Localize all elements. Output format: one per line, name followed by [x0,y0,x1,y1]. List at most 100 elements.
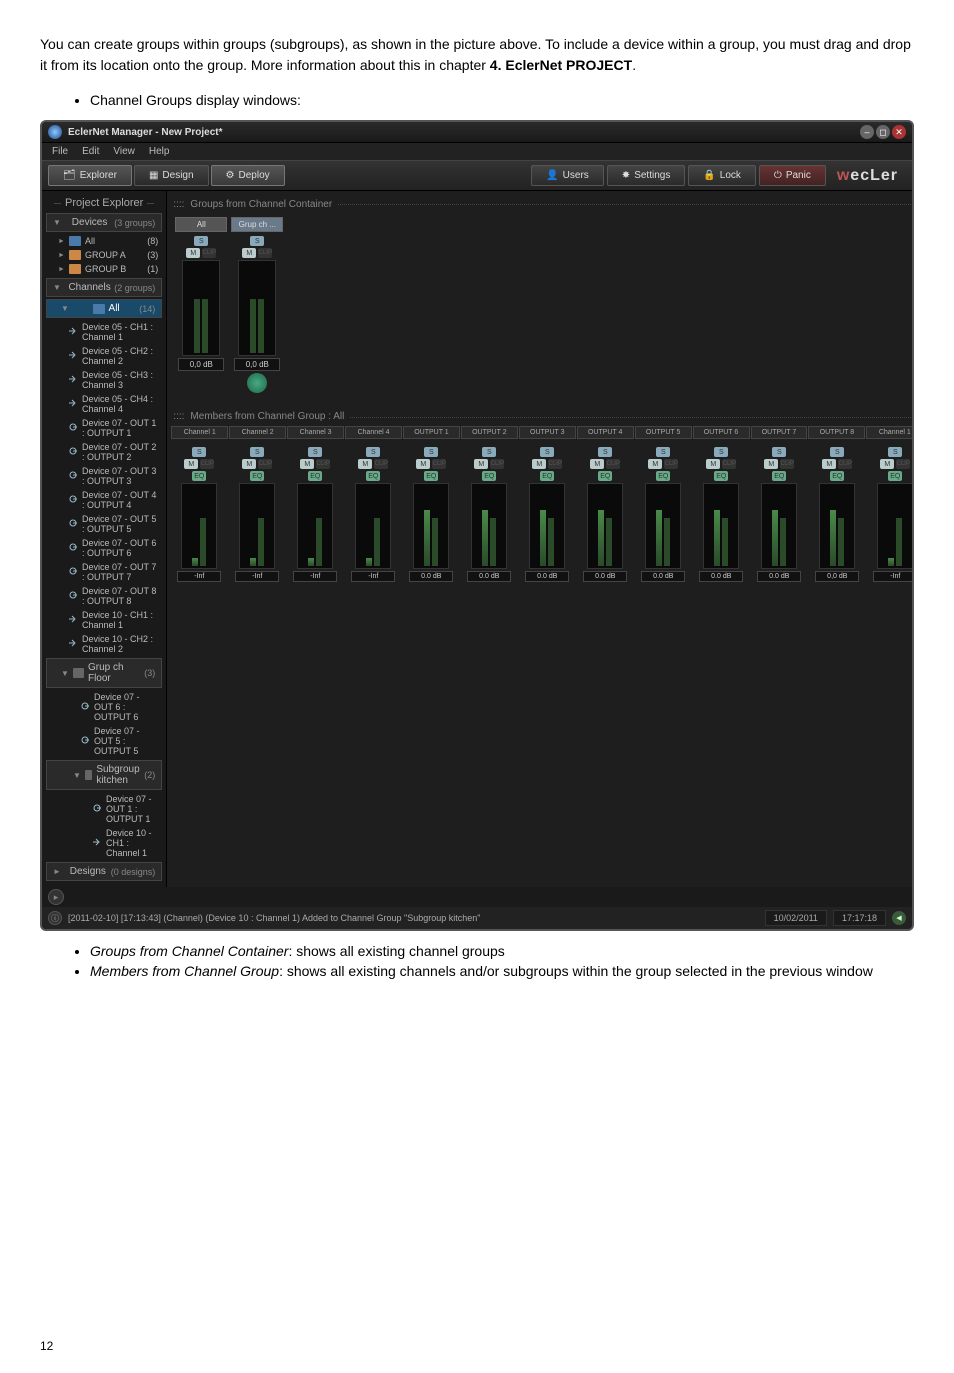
badge-eq[interactable]: EQ [192,471,206,481]
member-tab[interactable]: OUTPUT 3 [519,426,576,439]
tree-channel-item[interactable]: Device 07 - OUT 8 : OUTPUT 8 [46,584,162,608]
badge-m[interactable]: M [242,248,256,258]
badge-m[interactable]: M [416,459,430,469]
badge-s[interactable]: S [482,447,496,457]
badge-eq[interactable]: EQ [888,471,902,481]
tree-devices[interactable]: Devices(3 groups) [46,213,162,232]
tree-device-all[interactable]: All(8) [46,234,162,248]
play-icon[interactable]: ◀ [892,911,906,925]
menu-edit[interactable]: Edit [82,146,99,157]
btn-settings[interactable]: ✸Settings [607,165,686,186]
member-tab[interactable]: OUTPUT 7 [751,426,808,439]
group-block-grupch[interactable]: Grup ch ... S MCLIP 0,0 dB [231,217,283,395]
tree-channel-item[interactable]: Device 05 - CH4 : Channel 4 [46,392,162,416]
tree-channel-item[interactable]: Device 05 - CH2 : Channel 2 [46,344,162,368]
menu-view[interactable]: View [113,146,135,157]
badge-eq[interactable]: EQ [772,471,786,481]
gain-knob[interactable] [247,373,267,393]
badge-m[interactable]: M [358,459,372,469]
tree-channel-item[interactable]: Device 10 - CH1 : Channel 1 [46,826,162,860]
badge-m[interactable]: M [186,248,200,258]
badge-eq[interactable]: EQ [656,471,670,481]
btn-panic[interactable]: ⏻Panic [759,165,826,186]
tree-channel-item[interactable]: Device 05 - CH1 : Channel 1 [46,320,162,344]
minimize-button[interactable]: – [860,125,874,139]
tree-channel-item[interactable]: Device 05 - CH3 : Channel 3 [46,368,162,392]
maximize-button[interactable]: ◻ [876,125,890,139]
badge-s[interactable]: S [656,447,670,457]
badge-s[interactable]: S [598,447,612,457]
tree-channel-item[interactable]: Device 10 - CH2 : Channel 2 [46,632,162,656]
tree-channels[interactable]: Channels(2 groups) [46,278,162,297]
badge-s[interactable]: S [192,447,206,457]
member-tab[interactable]: Channel 4 [345,426,402,439]
badge-m[interactable]: M [474,459,488,469]
badge-eq[interactable]: EQ [366,471,380,481]
tree-channel-item[interactable]: Device 07 - OUT 4 : OUTPUT 4 [46,488,162,512]
badge-s[interactable]: S [888,447,902,457]
badge-m[interactable]: M [764,459,778,469]
tab-explorer[interactable]: 🗂Explorer [48,165,132,186]
member-tab[interactable]: OUTPUT 4 [577,426,634,439]
badge-m[interactable]: M [242,459,256,469]
tree-channel-item[interactable]: Device 07 - OUT 2 : OUTPUT 2 [46,440,162,464]
badge-eq[interactable]: EQ [830,471,844,481]
member-tab[interactable]: OUTPUT 2 [461,426,518,439]
member-tab[interactable]: OUTPUT 5 [635,426,692,439]
tree-channels-all[interactable]: All(14) [46,299,162,318]
tree-device-group-b[interactable]: GROUP B(1) [46,262,162,276]
badge-eq[interactable]: EQ [424,471,438,481]
member-tab[interactable]: OUTPUT 1 [403,426,460,439]
tree-designs[interactable]: Designs(0 designs) [46,862,162,881]
close-button[interactable]: ✕ [892,125,906,139]
tree-grup-floor[interactable]: Grup ch Floor(3) [46,658,162,688]
badge-eq[interactable]: EQ [598,471,612,481]
badge-s[interactable]: S [772,447,786,457]
badge-s[interactable]: S [366,447,380,457]
badge-m[interactable]: M [300,459,314,469]
tree-channel-item[interactable]: Device 07 - OUT 5 : OUTPUT 5 [46,512,162,536]
tree-channel-item[interactable]: Device 07 - OUT 3 : OUTPUT 3 [46,464,162,488]
badge-m[interactable]: M [706,459,720,469]
tree-subgroup-kitchen[interactable]: Subgroup kitchen(2) [46,760,162,790]
member-tab[interactable]: OUTPUT 6 [693,426,750,439]
badge-eq[interactable]: EQ [482,471,496,481]
tree-channel-item[interactable]: Device 07 - OUT 1 : OUTPUT 1 [46,792,162,826]
badge-eq[interactable]: EQ [308,471,322,481]
tree-device-group-a[interactable]: GROUP A(3) [46,248,162,262]
badge-s[interactable]: S [194,236,208,246]
badge-m[interactable]: M [590,459,604,469]
tree-channel-item[interactable]: Device 07 - OUT 6 : OUTPUT 6 [46,690,162,724]
member-tab[interactable]: Channel 1 [171,426,228,439]
tab-deploy[interactable]: ⚙Deploy [211,165,285,186]
menu-file[interactable]: File [52,146,68,157]
tree-channel-item[interactable]: Device 07 - OUT 6 : OUTPUT 6 [46,536,162,560]
badge-s[interactable]: S [424,447,438,457]
member-tab[interactable]: OUTPUT 8 [808,426,865,439]
badge-m[interactable]: M [648,459,662,469]
tree-channel-item[interactable]: Device 07 - OUT 1 : OUTPUT 1 [46,416,162,440]
tree-channel-item[interactable]: Device 10 - CH1 : Channel 1 [46,608,162,632]
badge-s[interactable]: S [250,447,264,457]
member-tab[interactable]: Channel 1 [866,426,914,439]
badge-s[interactable]: S [714,447,728,457]
badge-eq[interactable]: EQ [250,471,264,481]
member-tab[interactable]: Channel 2 [229,426,286,439]
group-block-all[interactable]: All S MCLIP 0,0 dB [175,217,227,395]
badge-m[interactable]: M [184,459,198,469]
btn-lock[interactable]: 🔒Lock [688,165,756,186]
member-tab[interactable]: Channel 3 [287,426,344,439]
badge-m[interactable]: M [880,459,894,469]
tree-channel-item[interactable]: Device 07 - OUT 5 : OUTPUT 5 [46,724,162,758]
badge-s[interactable]: S [830,447,844,457]
badge-s[interactable]: S [308,447,322,457]
badge-m[interactable]: M [532,459,546,469]
badge-eq[interactable]: EQ [714,471,728,481]
tree-channel-item[interactable]: Device 07 - OUT 7 : OUTPUT 7 [46,560,162,584]
badge-eq[interactable]: EQ [540,471,554,481]
btn-users[interactable]: 👤Users [531,165,604,186]
menu-help[interactable]: Help [149,146,170,157]
badge-m[interactable]: M [822,459,836,469]
tab-design[interactable]: ▦Design [134,165,209,186]
badge-s[interactable]: S [540,447,554,457]
